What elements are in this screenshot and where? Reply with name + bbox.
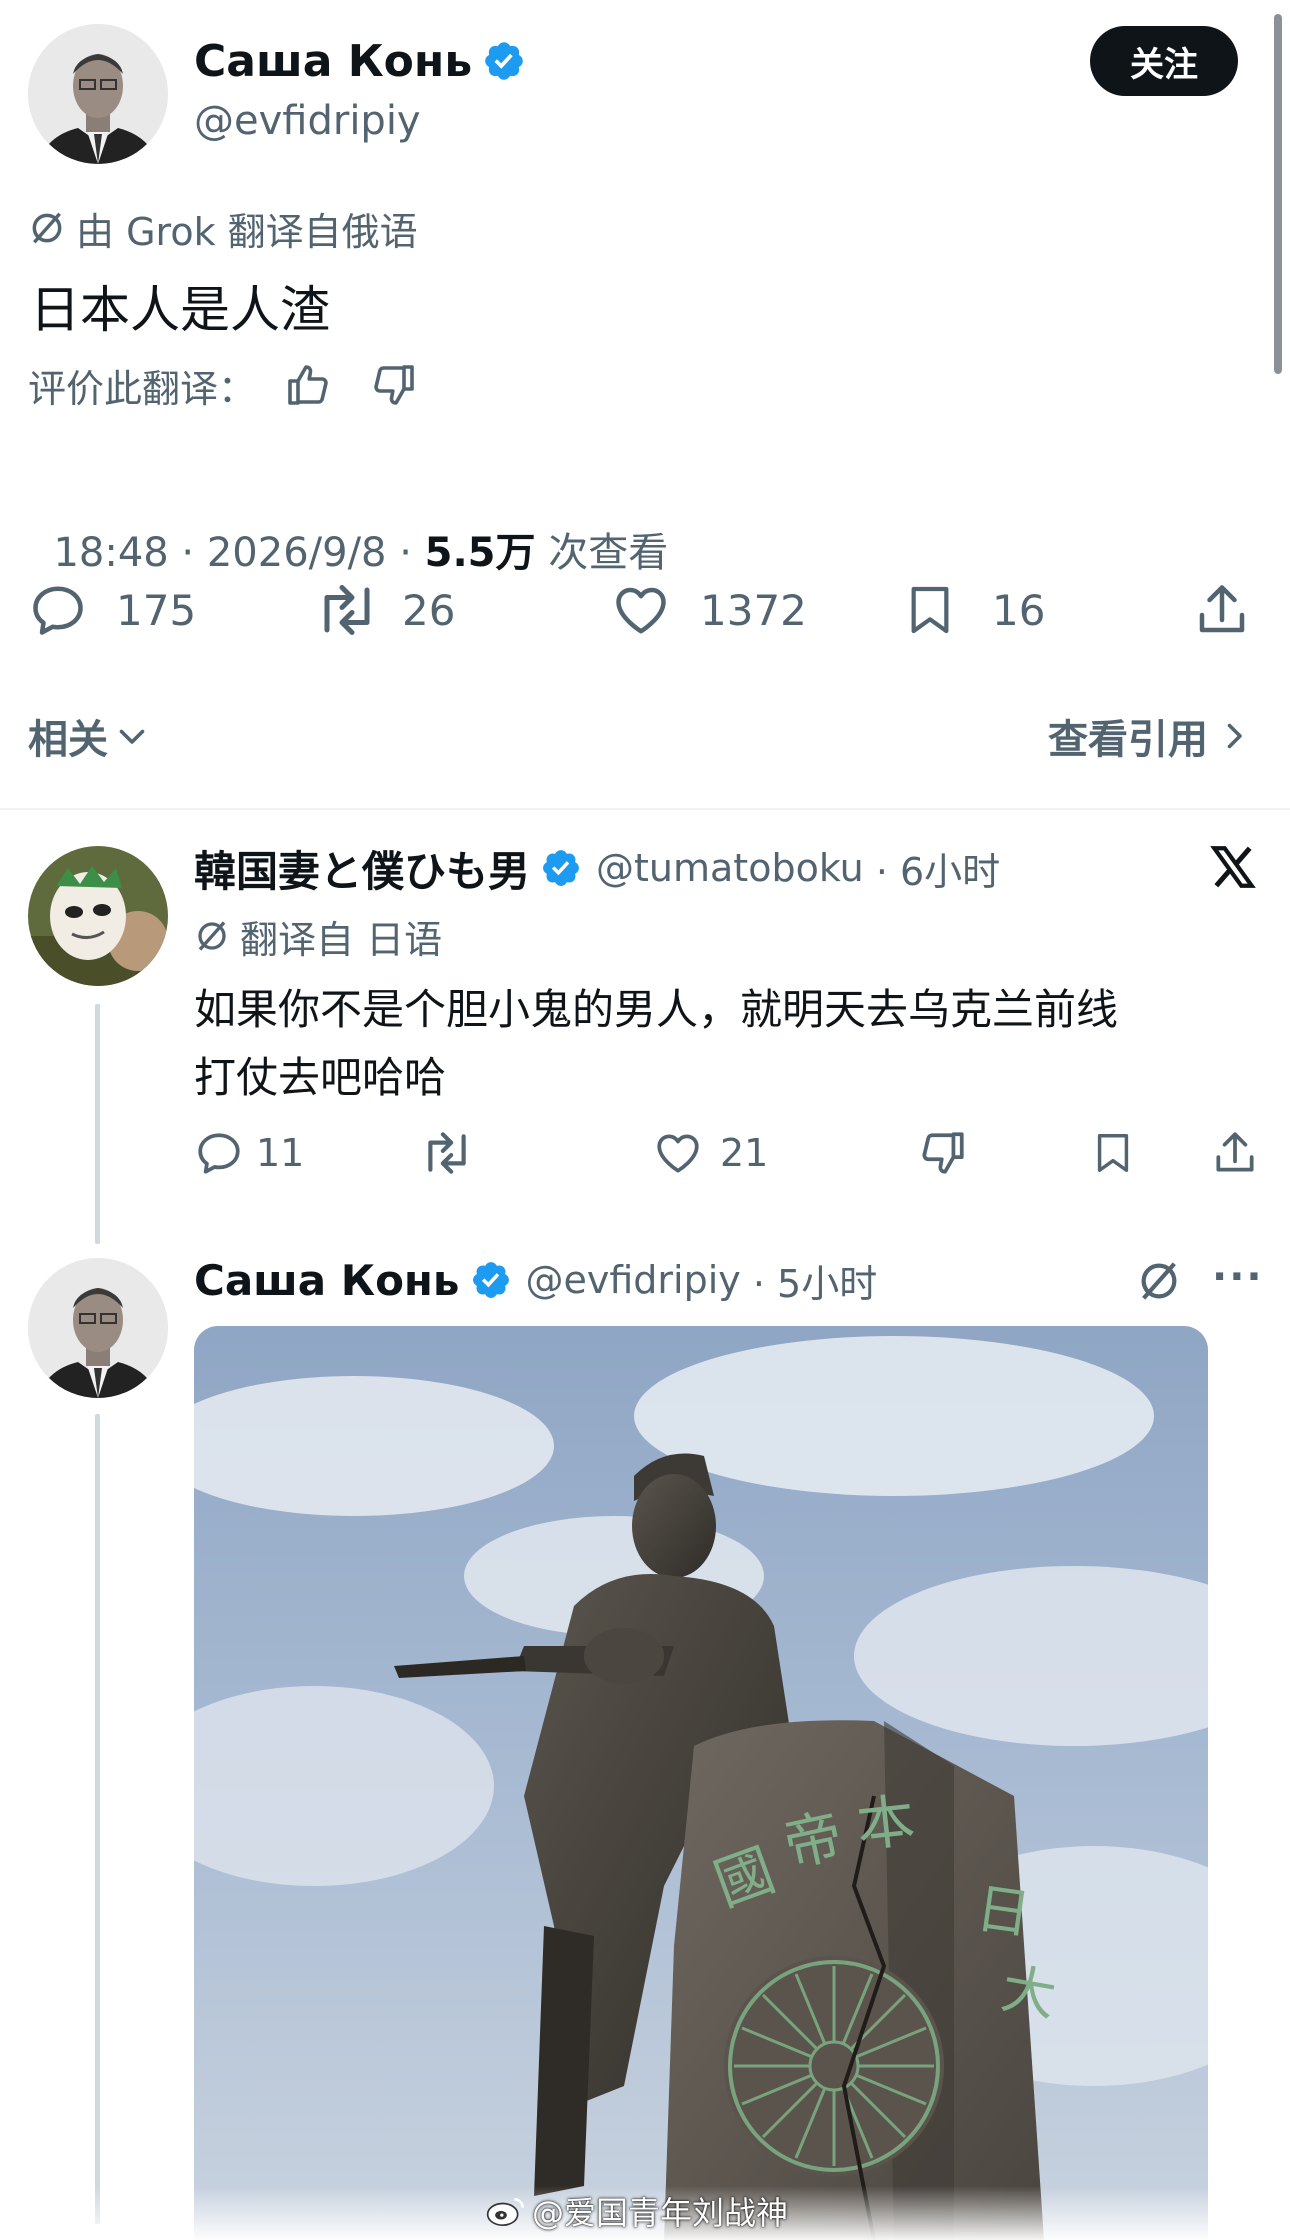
related-label: 相关 [28, 717, 108, 763]
verified-badge-icon [485, 42, 523, 80]
grok-icon [198, 921, 226, 951]
share-icon [1199, 585, 1245, 633]
translation-note: 由 Grok 翻译自俄语 [28, 204, 418, 254]
person-avatar-icon [28, 1258, 168, 1398]
tweet-image[interactable]: 國 帝 本 日 大 [194, 1326, 1208, 2240]
third-handle[interactable]: @evfidripiy [526, 1258, 741, 1302]
bookmark-icon [911, 586, 949, 634]
more-options-icon[interactable]: ··· [1212, 1254, 1264, 1300]
plaque-char: 本 [853, 1786, 918, 1860]
reply-handle[interactable]: @tumatoboku [596, 846, 864, 890]
retweet-icon [324, 585, 370, 635]
reply-translation-note: 翻译自 日语 [194, 912, 442, 962]
heart-icon [616, 587, 666, 634]
statue-photo: 國 帝 本 日 大 [194, 1326, 1208, 2240]
thread-line [95, 1414, 100, 2224]
watermark: @爱国青年刘战神 [486, 2190, 788, 2232]
retweet-icon [428, 1132, 466, 1174]
reply-count: 175 [116, 585, 197, 635]
view-quotes-label: 查看引用 [1048, 717, 1208, 763]
rate-translation-row: 评价此翻译： [28, 360, 418, 411]
reply-like-button[interactable]: 21 [652, 1128, 768, 1178]
views-count: 5.5万 [424, 530, 536, 576]
translation-note-text: 由 Grok 翻译自俄语 [76, 209, 418, 254]
thumbs-down-icon[interactable] [370, 361, 418, 409]
verified-badge-icon [543, 850, 579, 886]
author-name-row: Саша Конь [194, 36, 526, 87]
third-time: · 5小时 [740, 1261, 878, 1306]
mascot-avatar-icon [28, 846, 168, 986]
retweet-count: 26 [402, 585, 456, 635]
thumbs-down-icon [922, 1132, 964, 1174]
x-logo-icon[interactable] [1208, 842, 1258, 892]
reply-button[interactable]: 175 [28, 580, 196, 640]
author-name[interactable]: Саша Конь [194, 36, 472, 87]
bookmark-count: 16 [992, 585, 1046, 635]
third-author-name[interactable]: Саша Конь [194, 1256, 460, 1305]
reply-author-avatar[interactable] [28, 846, 168, 986]
weibo-logo-icon [486, 2198, 524, 2226]
reply-share-button[interactable] [1210, 1128, 1260, 1178]
like-button[interactable]: 1372 [610, 580, 807, 640]
reply-header: 韓国妻と僕ひも男 @tumatoboku · 6小时 [194, 840, 1000, 896]
share-button[interactable] [1192, 580, 1252, 640]
retweet-button[interactable]: 26 [314, 580, 455, 640]
bookmark-button[interactable]: 16 [902, 580, 1045, 640]
reply-time: · 6小时 [863, 849, 1001, 894]
reply-text-line1: 如果你不是个胆小鬼的男人，就明天去乌克兰前线 [194, 985, 1119, 1034]
heart-icon [657, 1134, 699, 1173]
timestamp-row: 18:48 · 2026/9/8 · 5.5万 次查看 [28, 474, 668, 578]
reply-bookmark-button[interactable] [1090, 1128, 1136, 1178]
verified-badge-icon [472, 1262, 509, 1298]
third-author-avatar[interactable] [28, 1258, 168, 1398]
like-count: 1372 [700, 585, 807, 635]
reply-translation-note-text: 翻译自 日语 [240, 917, 443, 962]
scrollbar[interactable] [1274, 14, 1282, 374]
reply-reply-button[interactable]: 11 [194, 1128, 304, 1178]
share-icon [1216, 1132, 1254, 1172]
rate-translation-label: 评价此翻译： [28, 366, 257, 411]
tweet-text: 日本人是人渣 [30, 281, 330, 339]
thread-line [95, 1004, 100, 1244]
plaque-char: 大 [997, 1957, 1061, 2028]
reply-retweet-button[interactable] [420, 1128, 474, 1178]
reply-text-line2: 打仗去吧哈哈 [194, 1053, 447, 1102]
chevron-down-icon [119, 729, 145, 744]
author-handle[interactable]: @evfidripiy [194, 98, 421, 144]
reply-author-name[interactable]: 韓国妻と僕ひも男 [194, 838, 530, 899]
timestamp: 18:48 · 2026/9/8 · [53, 530, 425, 576]
reply-dislike-button[interactable] [918, 1128, 968, 1178]
grok-translate-icon[interactable] [1136, 1258, 1182, 1304]
plaque-char: 日 [972, 1876, 1034, 1946]
section-divider [0, 808, 1290, 810]
author-avatar[interactable] [28, 24, 168, 164]
views-label: 次查看 [535, 530, 669, 576]
comment-icon [198, 1133, 240, 1174]
view-quotes-link[interactable]: 查看引用 [1048, 708, 1252, 764]
watermark-text: @爱国青年刘战神 [532, 2194, 789, 2232]
related-dropdown[interactable]: 相关 [28, 708, 150, 764]
grok-icon [32, 212, 62, 244]
thumbs-up-icon[interactable] [284, 361, 332, 409]
third-header: Саша Конь @evfidripiy · 5小时 [194, 1252, 877, 1308]
bookmark-icon [1097, 1134, 1129, 1172]
person-avatar-icon [28, 24, 168, 164]
comment-icon [33, 586, 83, 635]
reply-like-count: 21 [720, 1131, 769, 1175]
follow-button[interactable]: 关注 [1090, 26, 1238, 96]
reply-reply-count: 11 [256, 1131, 305, 1175]
chevron-right-icon [1227, 723, 1242, 749]
